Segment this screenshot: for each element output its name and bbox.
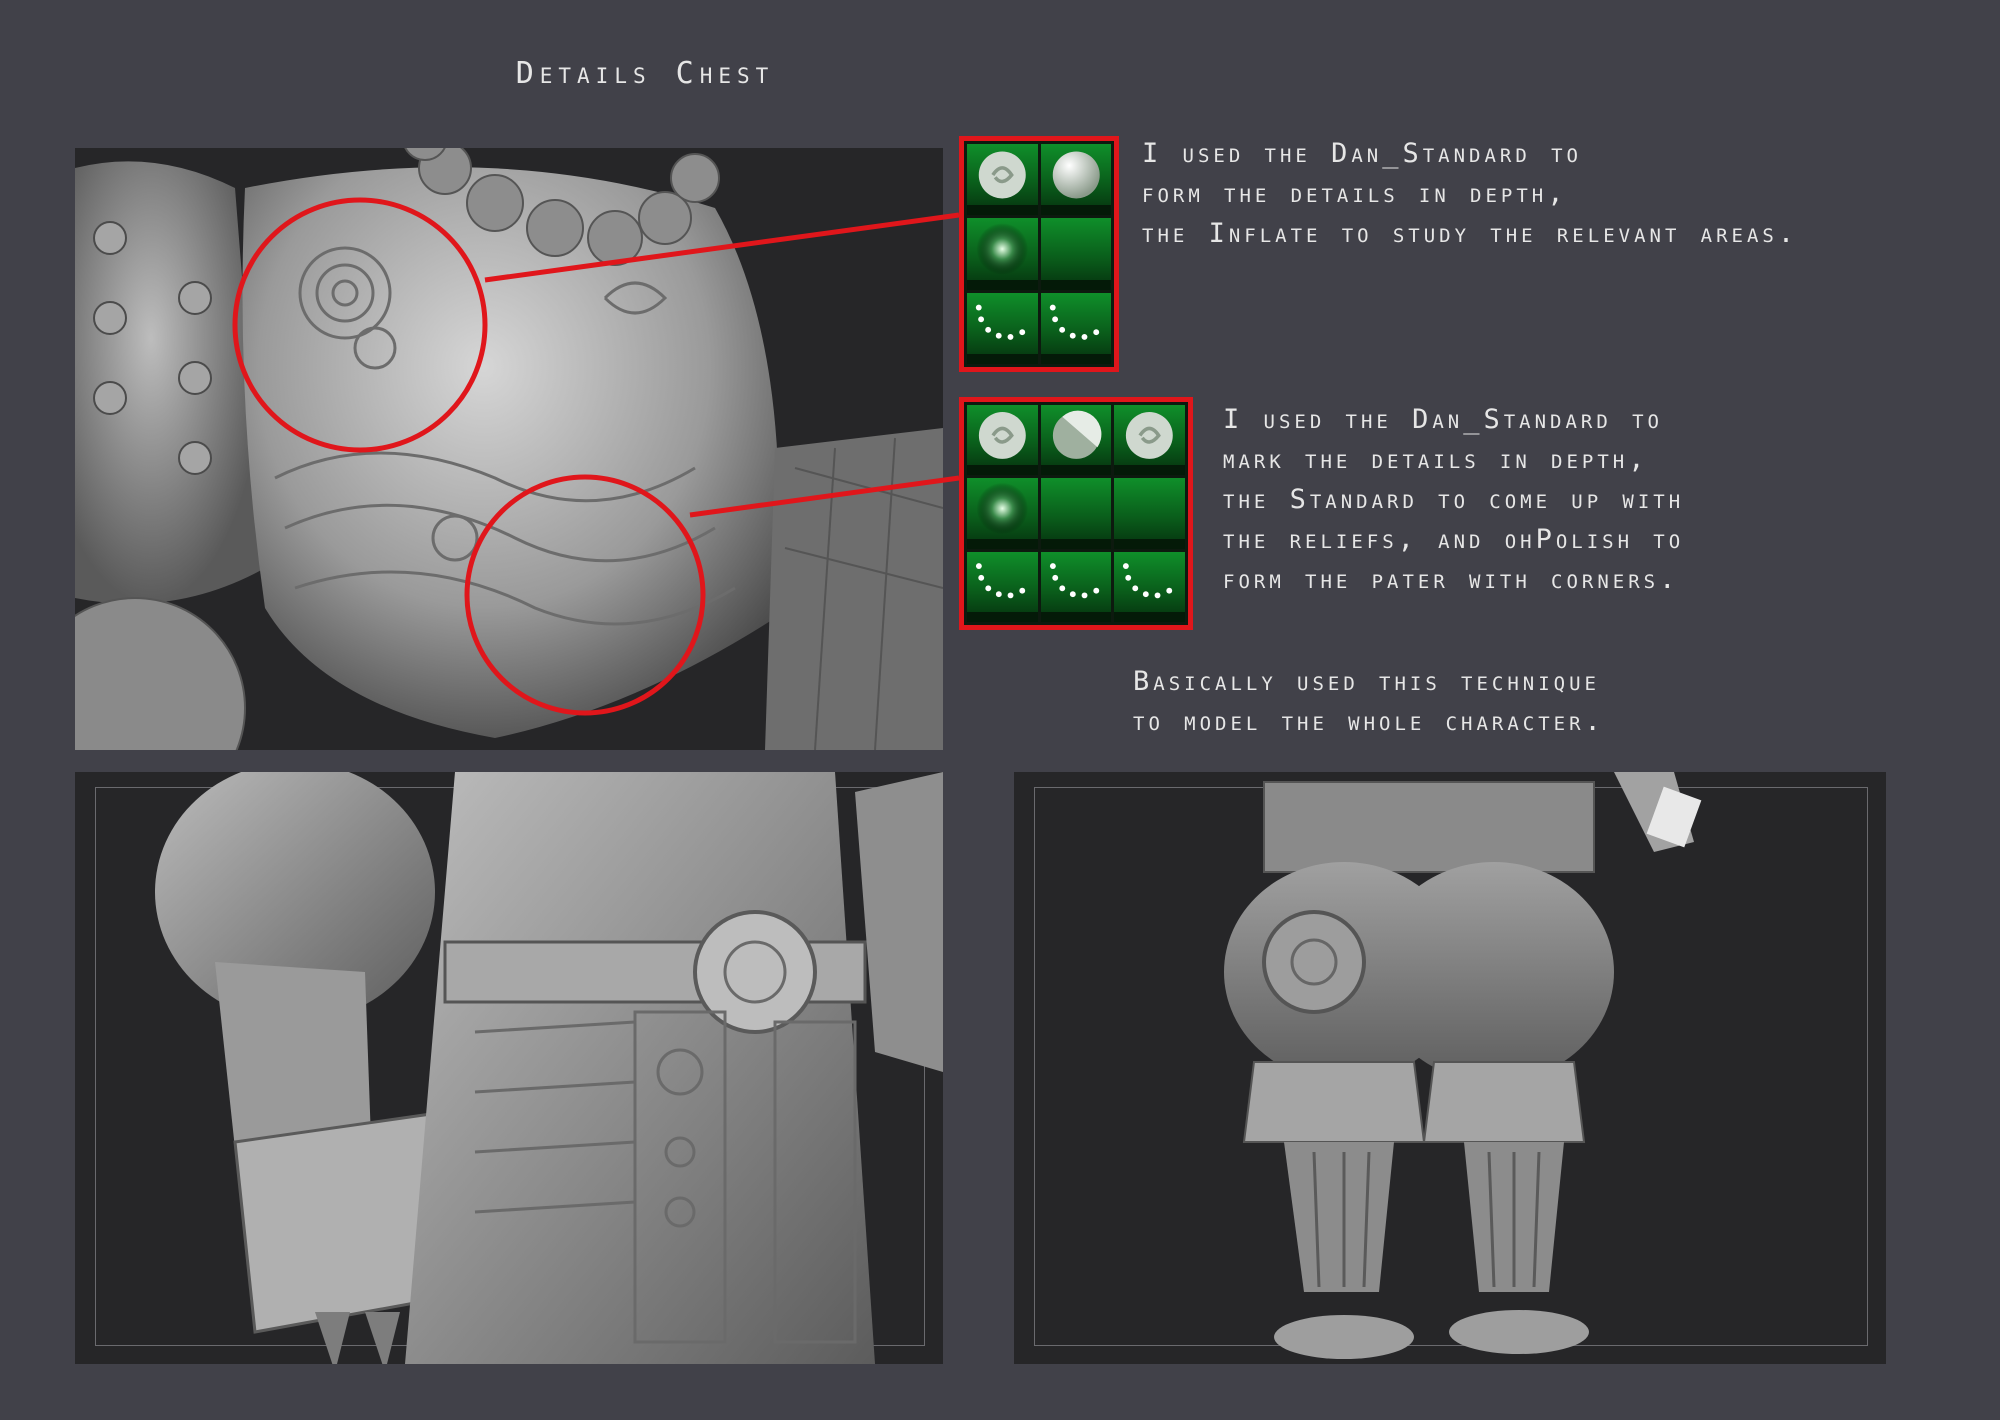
note-bottom-line: to model the whole character.	[1133, 706, 1605, 737]
brush-slot-caption	[1114, 538, 1185, 549]
brush-slot[interactable]	[1114, 551, 1185, 622]
brush-slot[interactable]	[967, 405, 1038, 476]
brush-slot-caption	[1040, 354, 1111, 364]
note-top-line: form the details in depth,	[1142, 178, 1568, 209]
brush-palette-middle[interactable]	[959, 397, 1193, 630]
note-middle-line: the Standard to come up with	[1223, 484, 1685, 515]
legs-viewport[interactable]	[1014, 772, 1886, 1364]
brush-slot[interactable]	[967, 218, 1038, 290]
brush-slot[interactable]	[1040, 405, 1112, 476]
brush-slot-caption	[1040, 612, 1112, 622]
brush-slot[interactable]	[967, 144, 1038, 216]
brush-slot[interactable]	[1114, 405, 1185, 476]
brush-slot[interactable]	[1040, 218, 1111, 290]
note-top: I used the Dan_Standard to form the detai…	[1142, 134, 1798, 254]
brush-slot-caption	[1040, 538, 1112, 549]
note-middle: I used the Dan_Standard to mark the detai…	[1223, 400, 1684, 600]
brush-slot-caption	[967, 612, 1038, 622]
brush-slot[interactable]	[1114, 478, 1185, 549]
brush-slot-caption	[1040, 465, 1112, 476]
chest-armor-sculpt	[75, 148, 943, 750]
brush-slot-caption	[1040, 279, 1111, 290]
note-top-line: I used the Dan_Standard to	[1142, 138, 1582, 169]
brush-slot-caption	[967, 465, 1038, 476]
brush-slot[interactable]	[967, 551, 1038, 622]
brush-slot-caption	[967, 354, 1038, 364]
brush-slot[interactable]	[1040, 551, 1112, 622]
torso-belt-sculpt	[155, 772, 943, 1364]
note-middle-line: I used the Dan_Standard to	[1223, 404, 1663, 435]
brush-slot-caption	[967, 279, 1038, 290]
brush-slot-caption	[967, 205, 1038, 216]
brush-slot-caption	[1114, 612, 1185, 622]
brush-slot[interactable]	[1040, 144, 1111, 216]
chest-viewport[interactable]	[75, 148, 943, 750]
brush-slot-caption	[1114, 465, 1185, 476]
note-middle-line: form the pater with corners.	[1223, 564, 1680, 595]
brush-slot[interactable]	[1040, 292, 1111, 364]
brush-palette-top[interactable]	[959, 136, 1119, 372]
legs-sculpt	[1224, 772, 1702, 1359]
note-bottom: Basically used this technique to model th…	[1133, 662, 1605, 742]
note-top-line: the Inflate to study the relevant areas.	[1142, 218, 1799, 249]
brush-slot[interactable]	[1040, 478, 1112, 549]
note-bottom-line: Basically used this technique	[1133, 666, 1600, 697]
brush-slot[interactable]	[967, 478, 1038, 549]
note-middle-line: the reliefs, and ohPolish to	[1223, 524, 1685, 555]
page-title: Details Chest	[515, 56, 775, 91]
note-middle-line: mark the details in depth,	[1223, 444, 1649, 475]
brush-slot-caption	[1040, 205, 1111, 216]
brush-slot[interactable]	[967, 292, 1038, 364]
brush-slot-caption	[967, 538, 1038, 549]
torso-viewport[interactable]	[75, 772, 943, 1364]
